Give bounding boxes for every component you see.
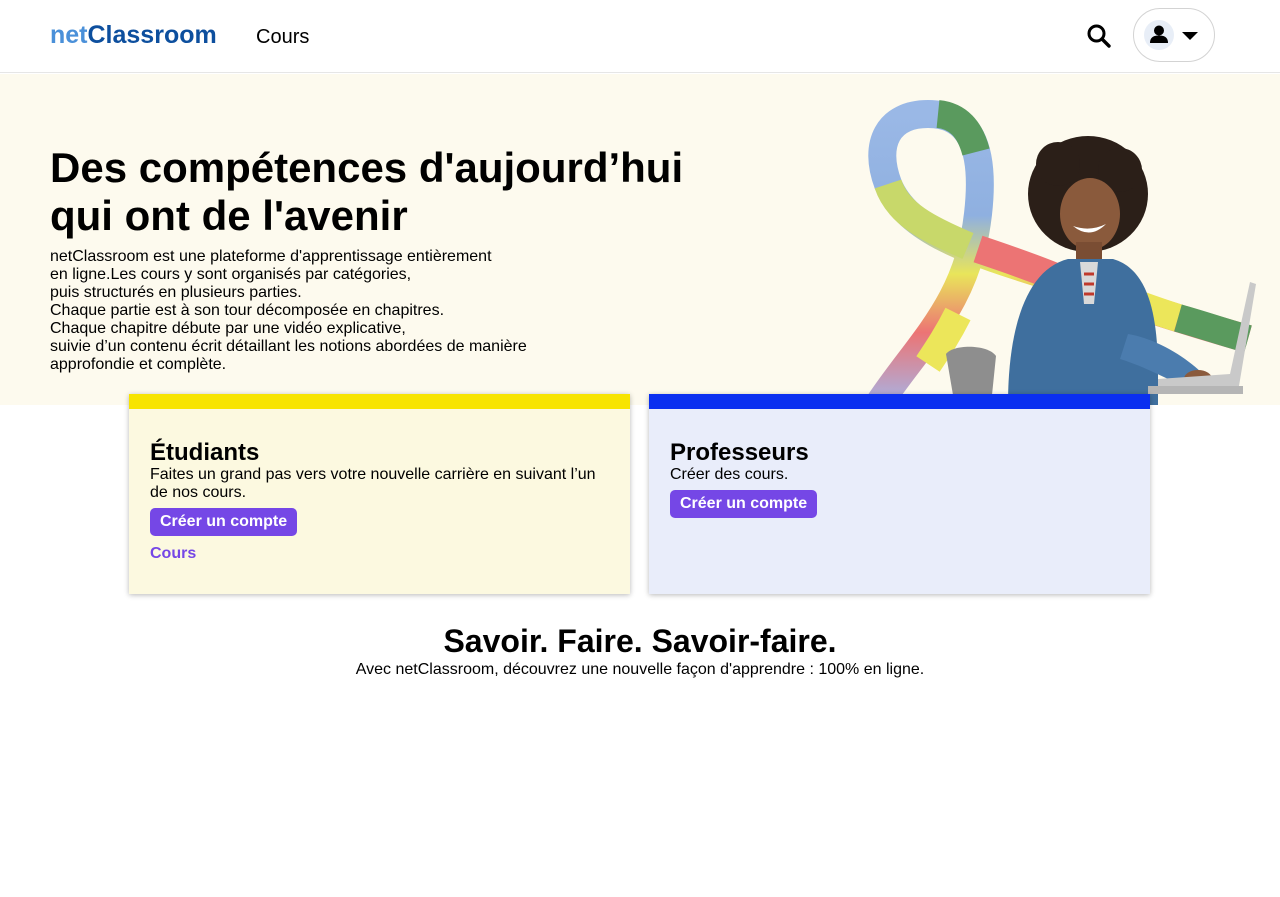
students-card-text: Faites un grand pas vers votre nouvelle … <box>150 466 596 501</box>
tagline-title: Savoir. Faire. Savoir-faire. <box>443 623 837 659</box>
tagline-subtitle: Avec netClassroom, découvrez une nouvell… <box>355 661 925 678</box>
teachers-card-text: Créer des cours. <box>670 466 789 483</box>
logo[interactable]: netClassroom <box>50 19 217 51</box>
hero-description-line: puis structurés en plusieurs parties. <box>50 284 302 301</box>
students-card-accent-bar <box>129 394 630 409</box>
hero-section: Des compétences d'aujourd’hui qui ont de… <box>0 74 1280 405</box>
students-create-account-button[interactable]: Créer un compte <box>150 508 298 536</box>
hero-description-line: suivie d’un contenu écrit détaillant les… <box>50 338 527 355</box>
logo-suffix: Classroom <box>87 21 217 49</box>
students-card-title: Étudiants <box>150 439 260 466</box>
hero-illustration <box>866 99 1256 405</box>
hero-description-line: approfondie et complète. <box>50 356 227 373</box>
search-button[interactable] <box>1085 22 1113 50</box>
teachers-card-accent-bar <box>649 394 1150 409</box>
teachers-create-account-button[interactable]: Créer un compte <box>670 490 818 518</box>
search-icon <box>1087 24 1111 48</box>
hero-description-line: netClassroom est une plateforme d'appren… <box>50 248 492 265</box>
hero-description-line: Chaque partie est à son tour décomposée … <box>50 302 445 319</box>
students-courses-link[interactable]: Cours <box>150 545 196 563</box>
caret-down-icon <box>1182 32 1198 40</box>
hero-description-line: en ligne.Les cours y sont organisés par … <box>50 266 412 283</box>
nav-link-courses[interactable]: Cours <box>256 24 309 50</box>
students-card: Étudiants Faites un grand pas vers votre… <box>129 394 630 594</box>
hero-title-line: qui ont de l'avenir <box>50 192 408 239</box>
hero-description-line: Chaque chapitre débute par une vidéo exp… <box>50 320 406 337</box>
hero-title-line: Des compétences d'aujourd’hui <box>50 144 684 191</box>
user-menu-button[interactable] <box>1133 8 1215 62</box>
top-navbar: netClassroom Cours <box>0 0 1280 73</box>
teachers-card-title: Professeurs <box>670 439 809 466</box>
user-icon <box>1150 25 1168 43</box>
avatar <box>1144 20 1174 50</box>
hero-title: Des compétences d'aujourd’hui qui ont de… <box>50 144 750 240</box>
teachers-card: Professeurs Créer des cours. Créer un co… <box>649 394 1150 594</box>
hero-description: netClassroom est une plateforme d'appren… <box>50 248 570 374</box>
logo-prefix: net <box>50 21 88 49</box>
